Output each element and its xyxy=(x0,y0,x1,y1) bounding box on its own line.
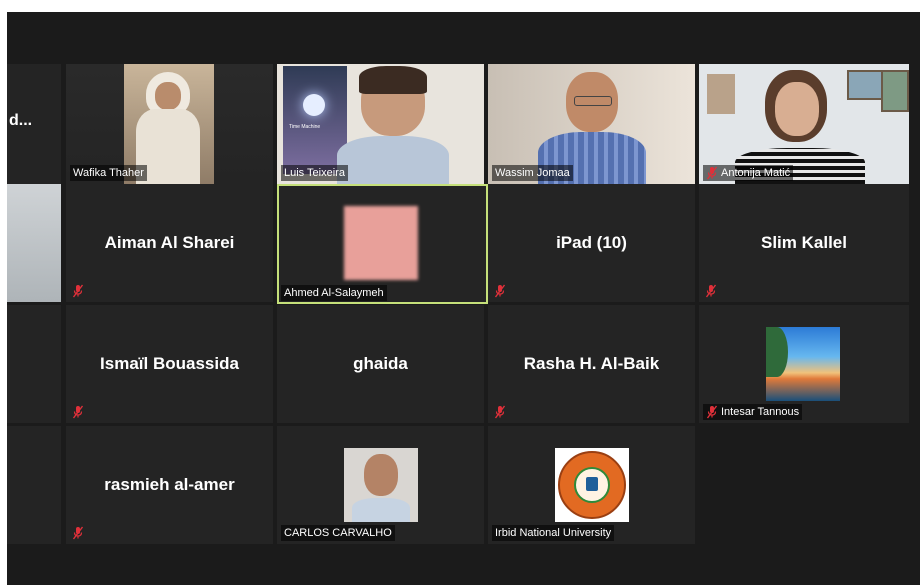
participant-tile-wassim[interactable]: Wassim Jomaa xyxy=(488,64,695,184)
participant-name: Wafika Thaher xyxy=(73,167,144,179)
participant-name-tag: Irbid National University xyxy=(492,525,615,541)
avatar xyxy=(344,206,418,280)
participant-name: Intesar Tannous xyxy=(721,406,800,418)
participant-name-tag: Ahmed Al-Salaymeh xyxy=(281,285,387,301)
participant-name: CARLOS CARVALHO xyxy=(284,527,392,539)
participant-tile-partial-row2[interactable] xyxy=(7,184,61,302)
video-gallery: d... Wafika Thaher Time Machine Luis Tei… xyxy=(7,12,920,585)
participant-name-truncated: d... xyxy=(9,112,33,129)
participant-tile-ahmed-active-speaker[interactable]: Ahmed Al-Salaymeh xyxy=(277,184,488,304)
participant-name-tag: Wassim Jomaa xyxy=(492,165,573,181)
participant-name: Ismaïl Bouassida xyxy=(100,354,239,373)
participant-name-tag: Antonija Matić xyxy=(703,165,794,181)
participant-tile-slim[interactable]: Slim Kallel xyxy=(699,184,909,302)
participant-tile-irbid[interactable]: Irbid National University xyxy=(488,426,695,544)
mic-muted-icon xyxy=(72,405,84,419)
participant-name: Rasha H. Al-Baik xyxy=(523,354,660,373)
participant-tile-rasmieh[interactable]: rasmieh al-amer xyxy=(66,426,273,544)
participant-name-tag: Luis Teixeira xyxy=(281,165,348,181)
participant-tile-carlos[interactable]: CARLOS CARVALHO xyxy=(277,426,484,544)
participant-tile-aiman[interactable]: Aiman Al Sharei xyxy=(66,184,273,302)
participant-tile-intesar[interactable]: Intesar Tannous xyxy=(699,305,909,423)
participant-name: Wassim Jomaa xyxy=(495,167,570,179)
participant-name: Antonija Matić xyxy=(721,167,791,179)
participant-tile-antonija[interactable]: Antonija Matić xyxy=(699,64,909,184)
mic-muted-icon xyxy=(706,166,718,180)
participant-tile-luis[interactable]: Time Machine Luis Teixeira xyxy=(277,64,484,184)
avatar xyxy=(555,448,629,522)
mic-muted-icon xyxy=(706,405,718,419)
mic-muted-icon xyxy=(72,284,84,298)
participant-tile-wafika[interactable]: Wafika Thaher xyxy=(66,64,273,184)
participant-tile-partial-row4[interactable] xyxy=(7,426,61,544)
participant-name: Aiman Al Sharei xyxy=(104,233,235,252)
participant-tile-ismail[interactable]: Ismaïl Bouassida xyxy=(66,305,273,423)
mic-muted-icon xyxy=(494,405,506,419)
mic-muted-icon xyxy=(494,284,506,298)
participant-tile-rasha[interactable]: Rasha H. Al-Baik xyxy=(488,305,695,423)
participant-tile-partial-row3[interactable] xyxy=(7,305,61,423)
mic-muted-icon xyxy=(72,526,84,540)
avatar xyxy=(344,448,418,522)
participant-name: Luis Teixeira xyxy=(284,167,345,179)
participant-tile-partial-row1[interactable]: d... xyxy=(7,64,61,184)
participant-name: ghaida xyxy=(353,354,408,373)
participant-name: rasmieh al-amer xyxy=(104,475,235,494)
participant-tile-ghaida[interactable]: ghaida xyxy=(277,305,484,423)
avatar xyxy=(766,327,840,401)
participant-name-tag: Intesar Tannous xyxy=(703,404,803,420)
participant-name-tag: Wafika Thaher xyxy=(70,165,147,181)
university-logo xyxy=(558,451,626,519)
participant-name: iPad (10) xyxy=(556,233,627,252)
participant-name: Slim Kallel xyxy=(761,233,847,252)
poster-caption: Time Machine xyxy=(289,124,321,130)
participant-name: Irbid National University xyxy=(495,527,612,539)
participant-name: Ahmed Al-Salaymeh xyxy=(284,287,384,299)
mic-muted-icon xyxy=(705,284,717,298)
participant-tile-ipad[interactable]: iPad (10) xyxy=(488,184,695,302)
participant-name-tag: CARLOS CARVALHO xyxy=(281,525,395,541)
